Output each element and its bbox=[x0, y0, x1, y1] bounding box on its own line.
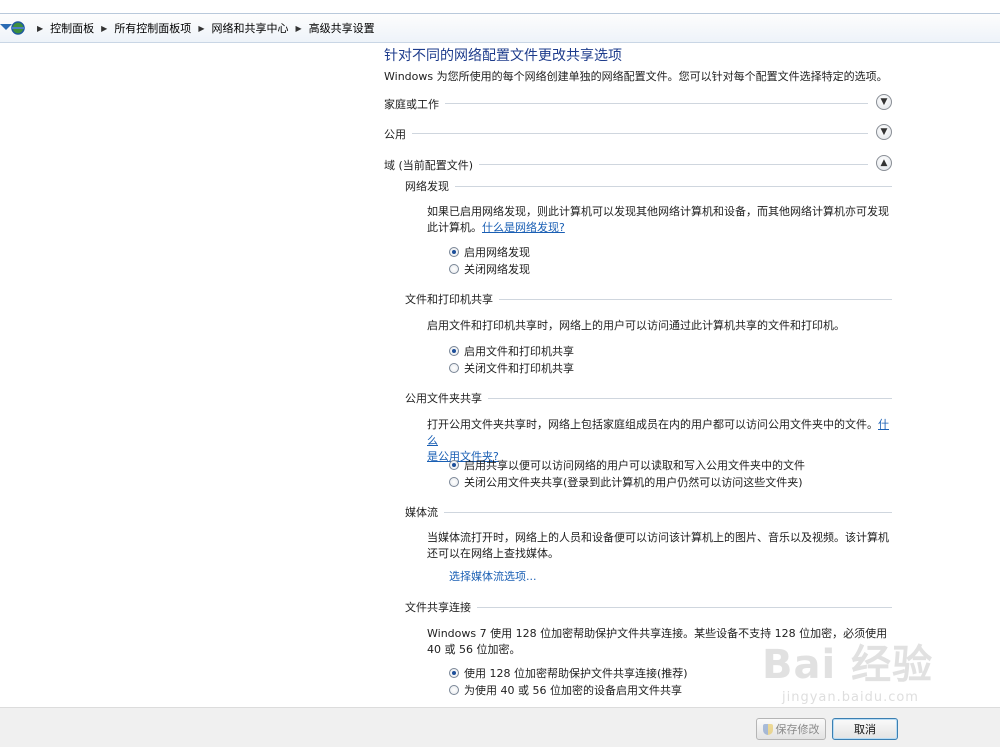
radio-label[interactable]: 为使用 40 或 56 位加密的设备启用文件共享 bbox=[464, 682, 682, 698]
divider bbox=[405, 186, 892, 187]
save-button[interactable]: 保存修改 bbox=[756, 718, 826, 740]
chevron-up-icon[interactable]: ▲ bbox=[876, 155, 892, 171]
media-streaming-header: 媒体流 bbox=[405, 504, 892, 520]
file-printer-sharing-header: 文件和打印机共享 bbox=[405, 291, 892, 307]
breadcrumb-separator-icon[interactable]: ▶ bbox=[198, 24, 204, 33]
breadcrumb-separator-icon[interactable]: ▶ bbox=[101, 24, 107, 33]
encryption-40-56-option[interactable]: 为使用 40 或 56 位加密的设备启用文件共享 bbox=[449, 682, 682, 698]
chevron-down-icon[interactable]: ▼ bbox=[876, 94, 892, 110]
page-description: Windows 为您所使用的每个网络创建单独的网络配置文件。您可以针对每个配置文… bbox=[384, 70, 888, 83]
radio-button[interactable] bbox=[449, 685, 459, 695]
network-discovery-off-option[interactable]: 关闭网络发现 bbox=[449, 261, 530, 277]
radio-button[interactable] bbox=[449, 460, 459, 470]
radio-button[interactable] bbox=[449, 346, 459, 356]
network-discovery-on-option[interactable]: 启用网络发现 bbox=[449, 244, 530, 260]
divider bbox=[405, 512, 892, 513]
profile-domain-label: 域 (当前配置文件) bbox=[384, 157, 480, 173]
profile-home-header[interactable]: 家庭或工作 ▼ bbox=[384, 94, 892, 114]
radio-button[interactable] bbox=[449, 477, 459, 487]
file-printer-sharing-description: 启用文件和打印机共享时，网络上的用户可以访问通过此计算机共享的文件和打印机。 bbox=[427, 319, 845, 332]
radio-button[interactable] bbox=[449, 363, 459, 373]
watermark-url: jingyan.baidu.com bbox=[782, 690, 919, 705]
save-button-label: 保存修改 bbox=[775, 723, 820, 736]
radio-label[interactable]: 启用网络发现 bbox=[464, 244, 530, 260]
network-discovery-heading: 网络发现 bbox=[405, 178, 455, 194]
divider bbox=[384, 133, 868, 134]
radio-label[interactable]: 关闭网络发现 bbox=[464, 261, 530, 277]
radio-label[interactable]: 启用共享以便可以访问网络的用户可以读取和写入公用文件夹中的文件 bbox=[464, 457, 805, 473]
public-folder-sharing-text: 打开公用文件夹共享时，网络上包括家庭组成员在内的用户都可以访问公用文件夹中的文件… bbox=[427, 418, 878, 431]
public-folder-sharing-heading: 公用文件夹共享 bbox=[405, 390, 488, 406]
cancel-button[interactable]: 取消 bbox=[832, 718, 898, 740]
radio-button[interactable] bbox=[449, 668, 459, 678]
radio-label[interactable]: 使用 128 位加密帮助保护文件共享连接(推荐) bbox=[464, 665, 688, 681]
profile-public-header[interactable]: 公用 ▼ bbox=[384, 124, 892, 144]
public-folder-sharing-on-option[interactable]: 启用共享以便可以访问网络的用户可以读取和写入公用文件夹中的文件 bbox=[449, 457, 805, 473]
file-sharing-connections-header: 文件共享连接 bbox=[405, 599, 892, 615]
public-folder-sharing-off-option[interactable]: 关闭公用文件夹共享(登录到此计算机的用户仍然可以访问这些文件夹) bbox=[449, 474, 803, 490]
breadcrumb: ▶ 控制面板 ▶ 所有控制面板项 ▶ 网络和共享中心 ▶ 高级共享设置 bbox=[30, 14, 375, 42]
breadcrumb-item[interactable]: 所有控制面板项 bbox=[114, 20, 191, 36]
breadcrumb-separator-icon: ▶ bbox=[37, 23, 44, 33]
breadcrumb-item[interactable]: 高级共享设置 bbox=[309, 20, 375, 36]
breadcrumb-separator-icon[interactable]: ▶ bbox=[295, 24, 301, 33]
address-bar[interactable]: ▶ 控制面板 ▶ 所有控制面板项 ▶ 网络和共享中心 ▶ 高级共享设置 bbox=[0, 13, 1000, 43]
network-icon bbox=[11, 21, 25, 35]
watermark: Bai 经验 jingyan.baidu.com bbox=[762, 632, 992, 712]
network-discovery-help-link[interactable]: 什么是网络发现? bbox=[482, 221, 565, 234]
uac-shield-icon bbox=[762, 723, 773, 735]
watermark-logo: Bai 经验 bbox=[762, 642, 934, 688]
profile-home-label: 家庭或工作 bbox=[384, 96, 445, 112]
profile-public-label: 公用 bbox=[384, 126, 412, 142]
public-folder-sharing-header: 公用文件夹共享 bbox=[405, 390, 892, 406]
divider bbox=[384, 103, 868, 104]
profile-domain-header[interactable]: 域 (当前配置文件) ▲ bbox=[384, 155, 892, 175]
file-sharing-connections-heading: 文件共享连接 bbox=[405, 599, 477, 615]
media-streaming-description: 当媒体流打开时，网络上的人员和设备便可以访问该计算机上的图片、音乐以及视频。该计… bbox=[427, 531, 889, 560]
file-printer-sharing-on-option[interactable]: 启用文件和打印机共享 bbox=[449, 343, 574, 359]
radio-label[interactable]: 关闭公用文件夹共享(登录到此计算机的用户仍然可以访问这些文件夹) bbox=[464, 474, 803, 490]
radio-label[interactable]: 启用文件和打印机共享 bbox=[464, 343, 574, 359]
page-title: 针对不同的网络配置文件更改共享选项 bbox=[384, 48, 622, 64]
media-streaming-options-link[interactable]: 选择媒体流选项... bbox=[449, 569, 649, 585]
breadcrumb-item[interactable]: 网络和共享中心 bbox=[211, 20, 288, 36]
network-discovery-description: 如果已启用网络发现，则此计算机可以发现其他网络计算机和设备，而其他网络计算机亦可… bbox=[427, 204, 889, 236]
radio-button[interactable] bbox=[449, 247, 459, 257]
chevron-down-icon[interactable]: ▼ bbox=[876, 124, 892, 140]
file-printer-sharing-heading: 文件和打印机共享 bbox=[405, 291, 499, 307]
cancel-button-label: 取消 bbox=[854, 723, 876, 736]
breadcrumb-item[interactable]: 控制面板 bbox=[50, 20, 94, 36]
media-streaming-heading: 媒体流 bbox=[405, 504, 444, 520]
footer-bar: 保存修改 取消 bbox=[0, 707, 1000, 747]
file-printer-sharing-off-option[interactable]: 关闭文件和打印机共享 bbox=[449, 360, 574, 376]
divider bbox=[405, 607, 892, 608]
radio-label[interactable]: 关闭文件和打印机共享 bbox=[464, 360, 574, 376]
network-discovery-header: 网络发现 bbox=[405, 178, 892, 194]
radio-button[interactable] bbox=[449, 264, 459, 274]
main-content: 针对不同的网络配置文件更改共享选项 Windows 为您所使用的每个网络创建单独… bbox=[0, 43, 1000, 707]
encryption-128-option[interactable]: 使用 128 位加密帮助保护文件共享连接(推荐) bbox=[449, 665, 688, 681]
